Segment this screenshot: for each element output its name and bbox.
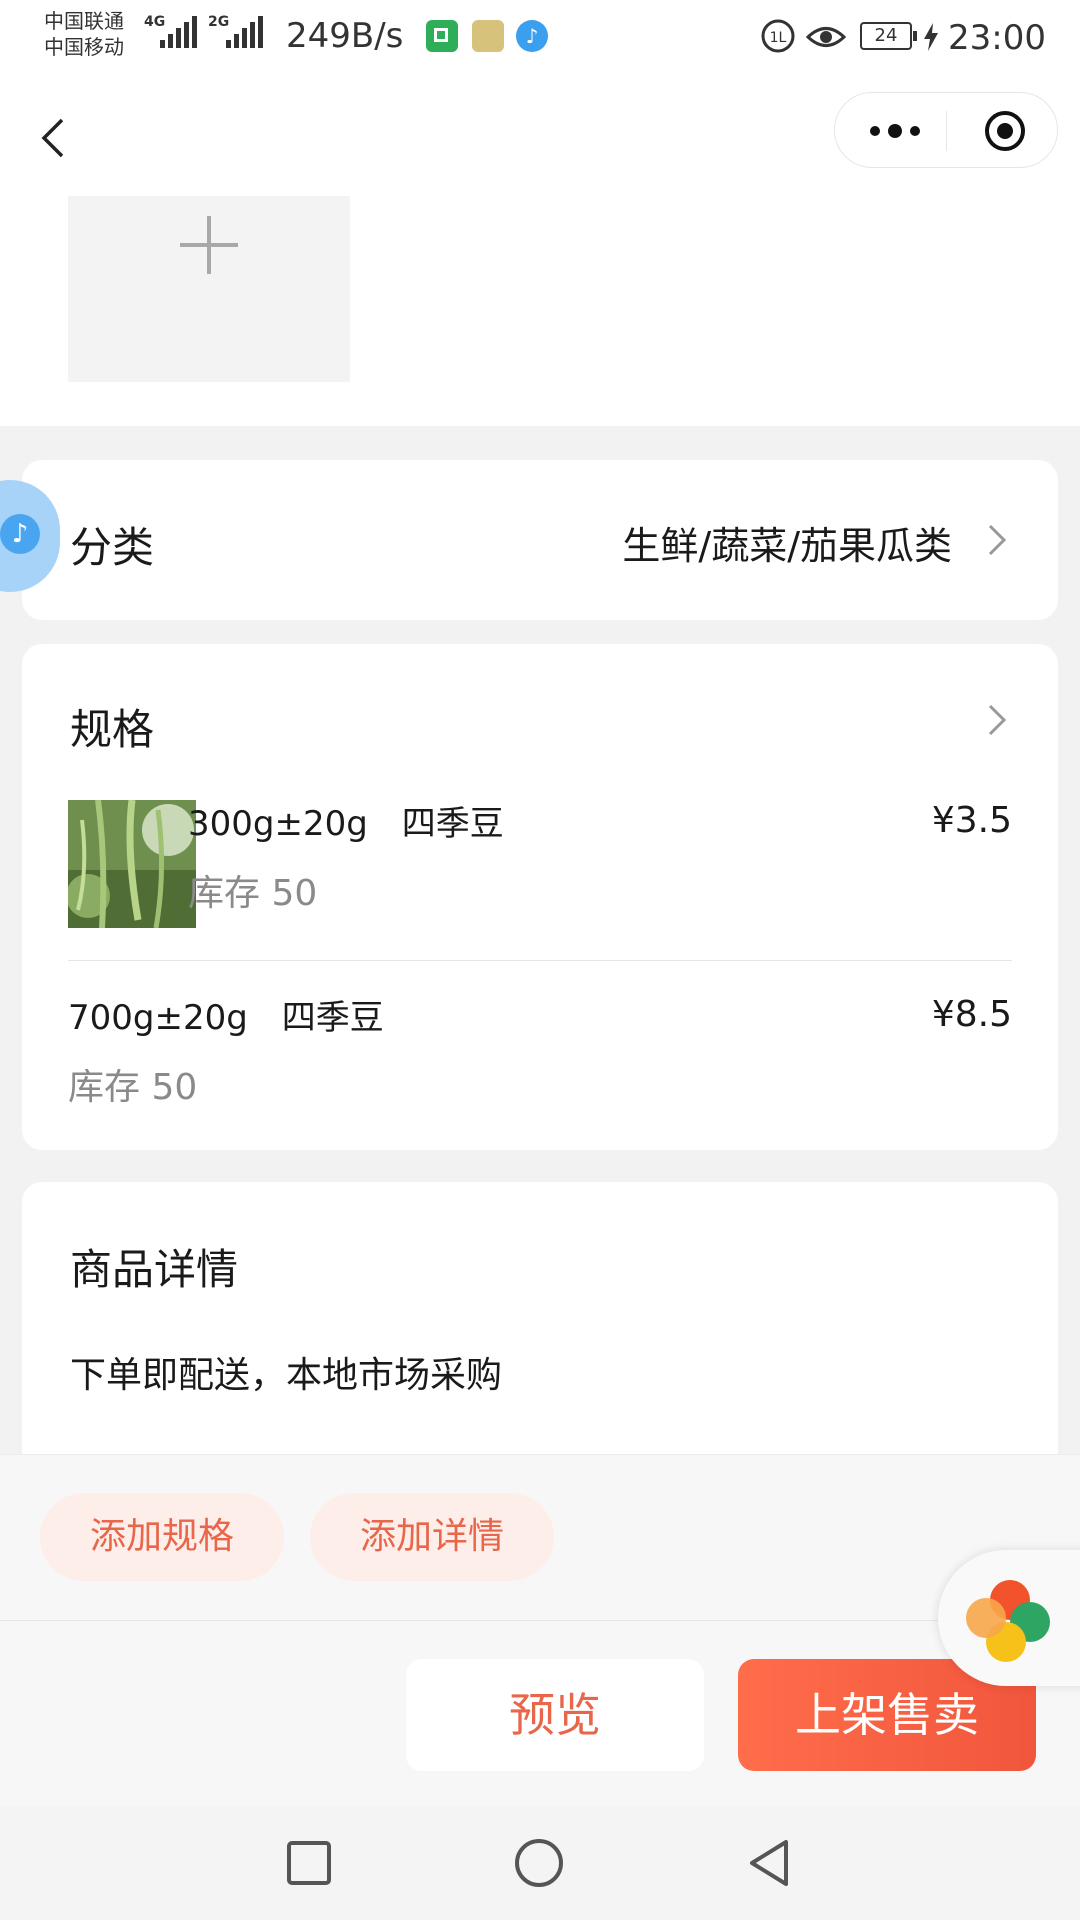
spec-item-1[interactable]: 300g±20g 四季豆 xyxy=(188,796,888,845)
chevron-right-icon xyxy=(988,524,1007,556)
music-icon: ♪ xyxy=(516,20,548,52)
spec-item-name[interactable]: 700g±20g 四季豆 xyxy=(68,990,384,1039)
more-dots-icon[interactable] xyxy=(867,115,923,147)
net-speed: 249B/s xyxy=(286,16,404,56)
home-icon[interactable] xyxy=(514,1838,564,1888)
battery-icon: 24 xyxy=(860,22,917,50)
detail-card: 商品详情 下单即配送，本地市场采购 xyxy=(22,1182,1058,1482)
floating-app-logo[interactable] xyxy=(938,1550,1080,1686)
nav-bar xyxy=(0,76,1080,196)
app-notification-icon xyxy=(426,20,458,52)
signal-icon-2 xyxy=(226,16,263,48)
eye-comfort-icon xyxy=(806,27,846,47)
spec-title: 规格 xyxy=(70,705,155,754)
music-note-icon: ♪ xyxy=(0,514,40,554)
action-bar: 添加规格 添加详情 xyxy=(0,1454,1080,1621)
chevron-right-icon[interactable] xyxy=(986,702,1010,738)
status-bar: 中国联通 中国移动 4G 2G 249B/s ♪ 1L 24 23:00 xyxy=(0,0,1080,76)
spec-item-stock: 库存 50 xyxy=(188,873,318,914)
plus-icon xyxy=(180,216,238,274)
preview-button[interactable]: 预览 xyxy=(406,1659,704,1771)
add-image-button[interactable] xyxy=(68,196,350,382)
target-circle-icon[interactable] xyxy=(983,109,1027,153)
add-detail-button[interactable]: 添加详情 xyxy=(310,1493,554,1581)
signal-icon xyxy=(160,16,197,48)
category-value: 生鲜/蔬菜/茄果瓜类 xyxy=(622,524,952,568)
green-bean-photo xyxy=(68,800,196,928)
carrier-unicom: 中国联通 xyxy=(44,9,124,33)
data-saver-icon: 1L xyxy=(761,19,795,53)
detail-title: 商品详情 xyxy=(70,1245,239,1294)
spec-card: 规格 300g±20g 四季豆 库存 50 ¥3.5 700g±20g 四季豆 … xyxy=(22,644,1058,1150)
back-triangle-icon[interactable] xyxy=(746,1838,792,1888)
category-label: 分类 xyxy=(70,523,155,572)
carrier-mobile: 中国移动 xyxy=(44,35,124,59)
divider xyxy=(68,960,1012,961)
clock: 23:00 xyxy=(948,18,1046,58)
spec-item-price: ¥8.5 xyxy=(931,994,1012,1035)
category-row[interactable]: 分类 生鲜/蔬菜/茄果瓜类 xyxy=(22,460,1058,620)
pinwheel-logo-icon xyxy=(966,1580,1050,1662)
image-upload-section xyxy=(0,196,1080,426)
mini-program-capsule xyxy=(834,92,1058,168)
spec-item-name: 300g±20g 四季豆 xyxy=(188,804,504,844)
charging-icon xyxy=(924,23,938,51)
carrier-labels: 中国联通 中国移动 xyxy=(44,8,124,60)
detail-text: 下单即配送，本地市场采购 xyxy=(70,1355,503,1396)
spec-item-stock: 库存 50 xyxy=(68,1067,198,1108)
spec-thumbnail xyxy=(68,800,196,928)
svg-text:1L: 1L xyxy=(770,30,787,46)
system-nav-bar xyxy=(0,1806,1080,1920)
capsule-divider xyxy=(946,111,947,151)
chevron-left-icon[interactable] xyxy=(34,116,78,160)
bottom-bar: 预览 上架售卖 xyxy=(0,1620,1080,1807)
add-spec-button[interactable]: 添加规格 xyxy=(40,1493,284,1581)
notes-icon xyxy=(472,20,504,52)
recent-apps-icon[interactable] xyxy=(286,1840,332,1886)
spec-item-price: ¥3.5 xyxy=(931,800,1012,841)
